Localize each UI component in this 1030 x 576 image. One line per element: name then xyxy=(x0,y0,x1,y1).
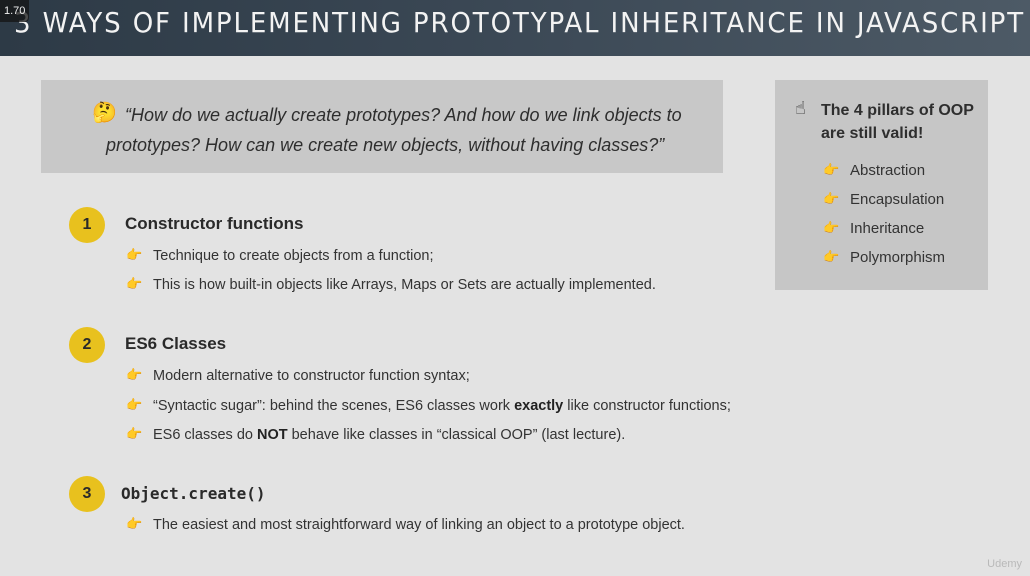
bullet-text: Technique to create objects from a funct… xyxy=(153,248,434,264)
pillar-item: 👉 Polymorphism xyxy=(823,247,983,269)
bullet-text-part: “Syntactic sugar”: behind the scenes, ES… xyxy=(153,398,515,414)
pillar-label: Encapsulation xyxy=(850,191,945,208)
bullet-text-part: like constructor functions; xyxy=(563,398,731,414)
section-title-es6-classes: ES6 Classes xyxy=(125,334,227,353)
pointing-hand-icon: 👉 xyxy=(126,276,143,291)
section-title-constructor-functions: Constructor functions xyxy=(125,214,304,233)
pointing-hand-icon: 👉 xyxy=(823,191,840,206)
pointing-hand-icon: 👉 xyxy=(126,516,143,531)
section-number-badge: 3 xyxy=(69,476,105,512)
slide-title: 3 WAYS OF IMPLEMENTING PROTOTYPAL INHERI… xyxy=(14,6,1025,39)
pillars-title: The 4 pillars of OOP are still valid! xyxy=(821,99,981,145)
pointing-hand-icon: 👉 xyxy=(126,426,143,441)
pointing-hand-icon: 👉 xyxy=(823,162,840,177)
bullet-text-emphasis: exactly xyxy=(514,398,564,414)
title-bar: 3 WAYS OF IMPLEMENTING PROTOTYPAL INHERI… xyxy=(0,0,1030,56)
thinking-face-icon: 🤔 xyxy=(92,102,117,124)
pillar-label: Abstraction xyxy=(850,162,926,179)
quote-box xyxy=(41,80,723,173)
bullet-text: Modern alternative to constructor functi… xyxy=(153,368,470,384)
quote-line-1: “How do we actually create prototypes? A… xyxy=(125,105,682,125)
pointing-hand-icon: 👉 xyxy=(126,367,143,382)
pillar-label: Inheritance xyxy=(850,220,925,237)
section-number-badge: 2 xyxy=(69,327,105,363)
pillar-item: 👉 Abstraction xyxy=(823,160,983,182)
pillars-title-line-1: The 4 pillars of OOP xyxy=(821,102,974,119)
bullet-text-part: behave like classes in “classical OOP” (… xyxy=(287,427,626,443)
bullet-text: ES6 classes do NOT behave like classes i… xyxy=(153,424,625,446)
bullet-text-part: ES6 classes do xyxy=(153,427,257,443)
section-number-badge: 1 xyxy=(69,207,105,243)
quote-line-2: prototypes? How can we create new object… xyxy=(106,135,665,155)
bullet-text: The easiest and most straightforward way… xyxy=(153,517,685,533)
bullet-text: This is how built-in objects like Arrays… xyxy=(153,277,656,293)
bullet-text: “Syntactic sugar”: behind the scenes, ES… xyxy=(153,395,731,417)
bullet-text-emphasis: NOT xyxy=(256,427,288,443)
playback-speed-badge[interactable]: 1.70 xyxy=(0,0,30,22)
pillar-item: 👉 Inheritance xyxy=(823,218,983,240)
pointing-hand-icon: 👉 xyxy=(823,249,840,264)
pointing-hand-icon: 👉 xyxy=(126,397,143,412)
section-title-object-create: Object.create() xyxy=(121,484,266,503)
pointing-hand-icon: 👉 xyxy=(126,247,143,262)
pointing-hand-icon: 👉 xyxy=(823,220,840,235)
pillar-item: 👉 Encapsulation xyxy=(823,189,983,211)
udemy-watermark: Udemy xyxy=(987,558,1022,570)
pillars-title-line-2: are still valid! xyxy=(821,125,924,142)
pillar-label: Polymorphism xyxy=(850,249,946,266)
pointing-up-icon: ☝ xyxy=(795,98,806,118)
